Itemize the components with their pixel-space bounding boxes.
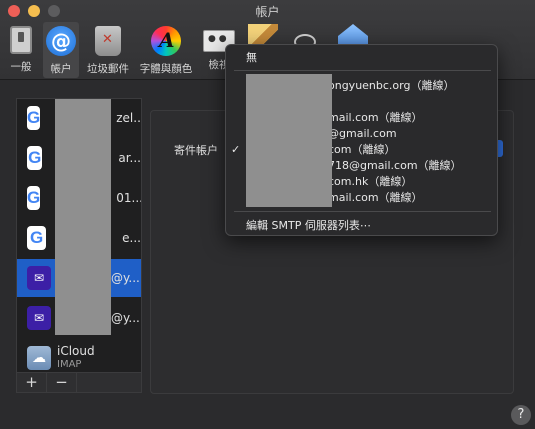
toolbar-accounts-label: 帳户 bbox=[50, 63, 72, 75]
menu-item-edit-smtp-list[interactable]: 編輯 SMTP 伺服器列表⋯ bbox=[246, 219, 371, 233]
account-type: IMAP bbox=[57, 359, 82, 370]
menu-item-none[interactable]: 無 bbox=[246, 51, 257, 65]
menu-separator bbox=[234, 70, 491, 71]
toolbar-general[interactable]: 一般 bbox=[4, 22, 38, 78]
icloud-icon: ☁ bbox=[27, 346, 51, 370]
mail-envelope-icon: ✉ bbox=[27, 306, 51, 330]
redaction-block bbox=[55, 99, 111, 335]
menu-separator bbox=[234, 211, 491, 212]
junk-trash-icon bbox=[95, 26, 121, 56]
menu-item-smtp-server[interactable]: @gmail.com bbox=[328, 127, 397, 141]
toolbar-accounts[interactable]: @ 帳户 bbox=[43, 22, 79, 78]
google-icon: G bbox=[27, 146, 43, 170]
account-title: iCloud bbox=[57, 344, 95, 358]
google-icon: G bbox=[27, 186, 41, 210]
menu-item-smtp-server[interactable]: mail.com（離線） bbox=[328, 191, 423, 205]
google-icon: G bbox=[27, 226, 47, 250]
account-list-footer: + − bbox=[16, 373, 142, 393]
account-name: @y... bbox=[111, 271, 140, 285]
redaction-block bbox=[246, 74, 332, 207]
checkmark-icon: ✓ bbox=[231, 143, 241, 156]
menu-item-smtp-server[interactable]: 718@gmail.com（離線） bbox=[328, 159, 462, 173]
account-name: iCloud IMAP bbox=[57, 344, 95, 372]
sender-account-label: 寄件帳户 bbox=[174, 144, 218, 157]
add-account-button[interactable]: + bbox=[17, 373, 47, 392]
account-name: @y... bbox=[111, 311, 140, 325]
account-row[interactable]: ☁ iCloud IMAP bbox=[17, 339, 141, 372]
menu-item-smtp-server-selected[interactable]: com（離線） bbox=[328, 143, 396, 157]
menu-item-smtp-server[interactable]: com.hk（離線） bbox=[328, 175, 412, 189]
google-icon: G bbox=[27, 106, 41, 130]
window-title: 帳户 bbox=[255, 5, 280, 19]
account-name: ar... bbox=[118, 151, 141, 165]
account-name: zel... bbox=[116, 111, 142, 125]
menu-item-smtp-server[interactable]: mail.com（離線） bbox=[328, 111, 423, 125]
toolbar-junk[interactable]: 垃圾郵件 bbox=[84, 22, 132, 78]
toolbar-junk-label: 垃圾郵件 bbox=[87, 63, 129, 75]
general-switch-icon bbox=[10, 26, 32, 54]
toolbar-general-label: 一般 bbox=[10, 61, 32, 73]
at-sign-icon: @ bbox=[46, 26, 76, 56]
fonts-colors-icon bbox=[151, 26, 181, 56]
toolbar-fonts-label: 字體與顏色 bbox=[139, 63, 193, 75]
account-name: 01... bbox=[116, 191, 142, 205]
help-button[interactable]: ? bbox=[511, 405, 531, 425]
remove-account-button[interactable]: − bbox=[47, 373, 77, 392]
account-name: e... bbox=[122, 231, 141, 245]
toolbar-fonts[interactable]: 字體與顏色 bbox=[136, 22, 196, 78]
mail-envelope-icon: ✉ bbox=[27, 266, 51, 290]
menu-item-smtp-server[interactable]: ongyuenbc.org（離線） bbox=[328, 79, 454, 93]
